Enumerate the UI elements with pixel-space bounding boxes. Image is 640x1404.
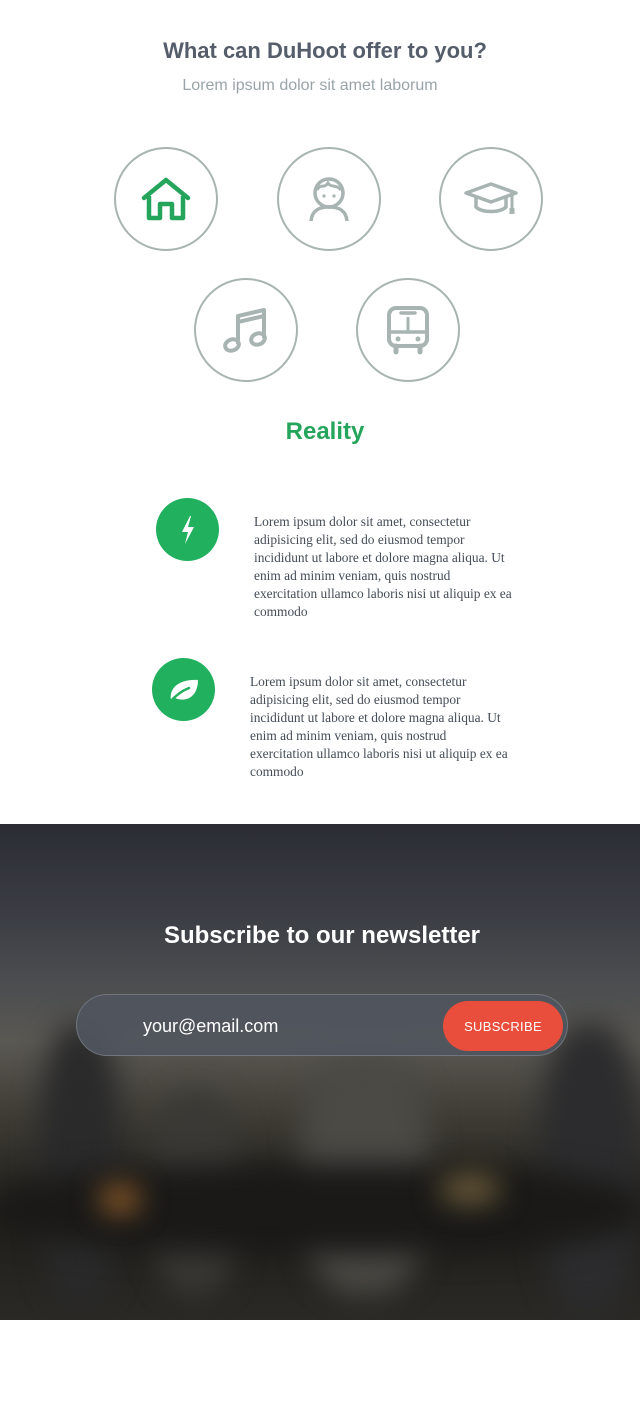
newsletter-form: SUBSCRIBE	[76, 994, 568, 1056]
graduation-cap-icon	[464, 182, 518, 214]
city-blur-decoration	[540, 1024, 640, 1314]
leaf-icon	[167, 679, 198, 704]
city-blur-decoration	[40, 1024, 120, 1304]
feature-text-energy: Lorem ipsum dolor sit amet, consectetur …	[254, 514, 512, 619]
bus-option[interactable]	[356, 278, 460, 382]
city-blur-decoration	[100, 1184, 140, 1214]
education-option[interactable]	[439, 147, 543, 251]
home-option[interactable]	[114, 147, 218, 251]
music-option[interactable]	[194, 278, 298, 382]
feature-text-eco: Lorem ipsum dolor sit amet, consectetur …	[250, 674, 508, 779]
email-field[interactable]	[143, 1011, 423, 1041]
newsletter-title: Subscribe to our newsletter	[163, 922, 481, 949]
person-icon	[309, 177, 349, 222]
music-note-icon	[223, 308, 267, 353]
feature-badge-eco	[152, 658, 215, 721]
lightning-icon	[181, 515, 194, 544]
subscribe-button[interactable]: SUBSCRIBE	[443, 1001, 563, 1051]
bus-icon	[387, 306, 429, 355]
city-blur-decoration	[440, 1174, 500, 1204]
feature-badge-energy	[156, 498, 219, 561]
home-icon	[141, 177, 191, 221]
city-blur-decoration	[0, 1164, 640, 1254]
offer-subtitle: Lorem ipsum dolor sit amet laborum	[182, 77, 438, 94]
section-title-reality: Reality	[285, 418, 365, 445]
offer-title: What can DuHoot offer to you?	[163, 38, 487, 63]
newsletter-section: Subscribe to our newsletter SUBSCRIBE	[0, 824, 640, 1320]
person-option[interactable]	[277, 147, 381, 251]
